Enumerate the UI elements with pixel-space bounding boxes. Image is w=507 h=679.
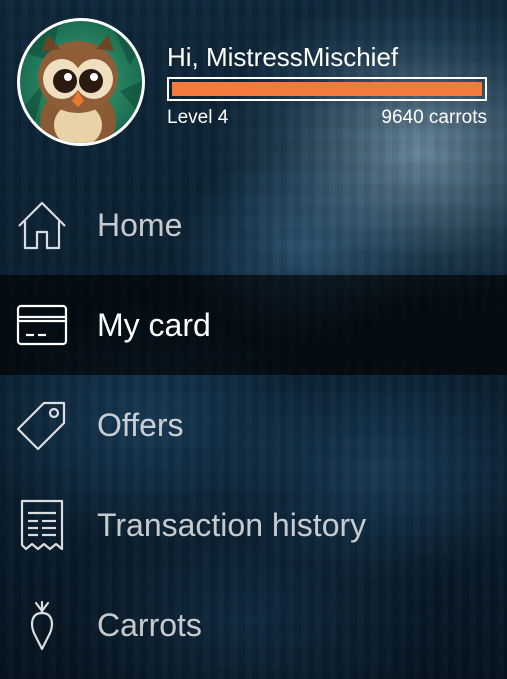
- menu-item-offers[interactable]: Offers: [0, 375, 507, 475]
- card-icon: [16, 299, 68, 351]
- home-icon: [16, 199, 68, 251]
- menu-item-transaction-history[interactable]: Transaction history: [0, 475, 507, 575]
- level-text: Level 4: [167, 107, 229, 128]
- menu-label-carrots: Carrots: [97, 607, 202, 643]
- menu-label-home: Home: [97, 207, 183, 243]
- menu-label-my-card: My card: [97, 307, 211, 343]
- level-progress-bar: [167, 77, 487, 101]
- level-progress-fill: [172, 82, 482, 96]
- side-menu: Home My card Offers Transaction history …: [0, 175, 507, 675]
- owl-avatar-icon[interactable]: [17, 18, 145, 146]
- menu-item-my-card[interactable]: My card: [0, 275, 507, 375]
- profile-header: Hi, MistressMischief Level 4 9640 carrot…: [0, 0, 507, 160]
- menu-label-transaction-history: Transaction history: [97, 507, 367, 543]
- menu-item-carrots[interactable]: Carrots: [0, 575, 507, 675]
- menu-item-home[interactable]: Home: [0, 175, 507, 275]
- carrot-icon: [16, 599, 68, 651]
- tag-icon: [16, 399, 68, 451]
- receipt-icon: [16, 499, 68, 551]
- menu-label-offers: Offers: [97, 407, 184, 443]
- carrots-balance: 9640 carrots: [381, 107, 487, 128]
- greeting-text: Hi, MistressMischief: [167, 42, 399, 72]
